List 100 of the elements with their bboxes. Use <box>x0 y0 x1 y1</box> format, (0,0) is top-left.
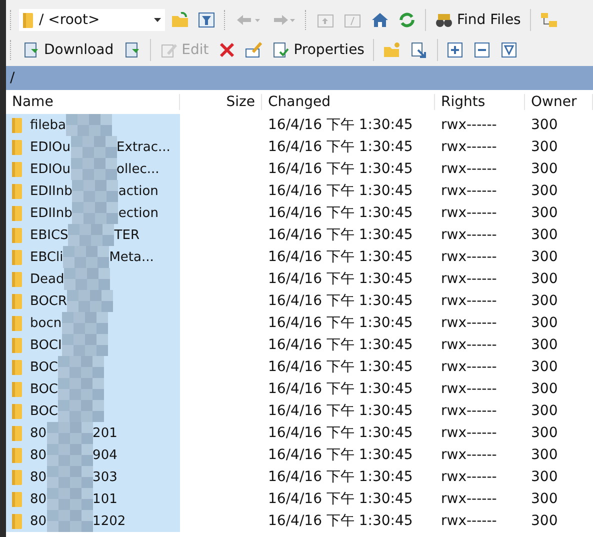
file-name-cell[interactable]: 80 303 <box>6 466 180 488</box>
owner-cell-text: 300 <box>530 293 559 309</box>
redaction-mosaic <box>58 378 104 400</box>
rights-cell-text: rwx------ <box>440 139 498 155</box>
column-header[interactable]: Rights <box>435 94 525 110</box>
file-name-cell[interactable]: EDIOu Extrac... <box>6 136 180 158</box>
file-name: BOCR <box>30 294 68 308</box>
folder-icon <box>12 426 22 440</box>
folder-icon <box>12 184 22 198</box>
changed-cell-text: 16/4/16 下午 1:30:45 <box>267 226 414 244</box>
document-arrow-icon <box>122 42 141 58</box>
properties-button[interactable]: Properties <box>268 38 368 62</box>
close-icon <box>218 42 236 58</box>
file-name-cell[interactable]: BOC <box>6 378 180 400</box>
folder-icon <box>12 118 22 132</box>
redaction-mosaic <box>46 510 93 532</box>
folder-icon <box>12 382 22 396</box>
file-name: 80 <box>30 426 47 440</box>
file-name: fileba <box>30 118 66 132</box>
file-name-cell[interactable]: EDIInb action <box>6 180 180 202</box>
file-name: Meta... <box>109 250 154 264</box>
file-name: BOC <box>30 360 58 374</box>
changed-cell-text: 16/4/16 下午 1:30:45 <box>267 160 414 178</box>
file-name: 303 <box>92 470 118 484</box>
download-button[interactable]: Download <box>19 38 117 62</box>
redaction-mosaic <box>62 334 108 356</box>
redaction-mosaic <box>67 290 114 312</box>
changed-cell-text: 16/4/16 下午 1:30:45 <box>267 292 414 310</box>
find-files-button[interactable]: Find Files <box>432 8 524 32</box>
file-name-cell[interactable]: fileba <box>6 114 180 136</box>
redaction-mosaic <box>46 488 93 510</box>
file-name: 80 <box>30 492 47 506</box>
rights-cell-text: rwx------ <box>440 161 498 177</box>
path-combo[interactable]: / <root> <box>19 9 165 31</box>
rights-cell-text: rwx------ <box>440 447 498 463</box>
changed-cell-text: 16/4/16 下午 1:30:45 <box>267 182 414 200</box>
file-name-cell[interactable]: EDIOu ollec... <box>6 158 180 180</box>
folder-icon <box>12 360 22 374</box>
folder-icon <box>12 404 22 418</box>
filter-icon <box>198 12 216 28</box>
changed-cell-text: 16/4/16 下午 1:30:45 <box>267 116 414 134</box>
column-header[interactable]: Size <box>180 94 262 110</box>
current-path: / <box>10 70 15 86</box>
folder-icon <box>12 448 22 462</box>
owner-cell-text: 300 <box>530 315 559 331</box>
changed-cell-text: 16/4/16 下午 1:30:45 <box>267 468 414 486</box>
file-name-cell[interactable]: BOC <box>6 356 180 378</box>
file-name: 80 <box>30 514 47 528</box>
rights-cell-text: rwx------ <box>440 359 498 375</box>
file-name-cell[interactable]: BOCR <box>6 290 180 312</box>
owner-cell-text: 300 <box>530 447 559 463</box>
changed-cell-text: 16/4/16 下午 1:30:45 <box>267 490 414 508</box>
file-name: EDIOu <box>30 140 71 154</box>
folder-up-icon <box>317 12 335 28</box>
owner-cell-text: 300 <box>530 139 559 155</box>
file-name: 80 <box>30 470 47 484</box>
redaction-mosaic <box>58 400 104 422</box>
rights-cell-text: rwx------ <box>440 293 498 309</box>
open-folder-icon <box>171 12 189 28</box>
file-name: EBCli <box>30 250 64 264</box>
file-name: ollec... <box>116 162 160 176</box>
file-name-cell[interactable]: 80 201 <box>6 422 180 444</box>
rights-cell-text: rwx------ <box>440 205 498 221</box>
file-name: Dead <box>30 272 64 286</box>
folder-icon <box>12 470 22 484</box>
file-name-cell[interactable]: BOC <box>6 400 180 422</box>
file-name-cell[interactable]: EDIInb ection <box>6 202 180 224</box>
rights-cell-text: rwx------ <box>440 227 498 243</box>
owner-cell-text: 300 <box>530 403 559 419</box>
rights-cell-text: rwx------ <box>440 513 498 529</box>
owner-cell-text: 300 <box>530 491 559 507</box>
rights-cell-text: rwx------ <box>440 337 498 353</box>
folder-icon <box>12 162 22 176</box>
file-name-cell[interactable]: 80 904 <box>6 444 180 466</box>
column-header[interactable]: Changed <box>262 94 435 110</box>
folder-slash-icon <box>344 12 362 28</box>
file-name-cell[interactable]: bocn <box>6 312 180 334</box>
file-name-cell[interactable]: 80 101 <box>6 488 180 510</box>
column-header[interactable]: Owner <box>525 94 593 110</box>
funnel-icon <box>501 42 520 58</box>
changed-cell-text: 16/4/16 下午 1:30:45 <box>267 424 414 442</box>
file-name-cell[interactable]: EBICS TER <box>6 224 180 246</box>
changed-cell-text: 16/4/16 下午 1:30:45 <box>267 270 414 288</box>
rights-cell-text: rwx------ <box>440 249 498 265</box>
owner-cell-text: 300 <box>530 249 559 265</box>
file-name-cell[interactable]: EBCli Meta... <box>6 246 180 268</box>
file-name-cell[interactable]: BOCI <box>6 334 180 356</box>
refresh-icon <box>398 12 416 28</box>
redaction-mosaic <box>58 356 104 378</box>
column-header[interactable]: Name <box>6 94 180 110</box>
owner-cell-text: 300 <box>530 381 559 397</box>
document-check-icon <box>272 42 290 58</box>
file-name: BOC <box>30 382 58 396</box>
changed-cell-text: 16/4/16 下午 1:30:45 <box>267 446 414 464</box>
changed-cell-text: 16/4/16 下午 1:30:45 <box>267 138 414 156</box>
folder-icon <box>12 228 22 242</box>
path-value: / <root> <box>39 12 100 28</box>
file-name-cell[interactable]: Dead <box>6 268 180 290</box>
redaction-mosaic <box>46 466 93 488</box>
file-name-cell[interactable]: 80 1202 <box>6 510 180 532</box>
